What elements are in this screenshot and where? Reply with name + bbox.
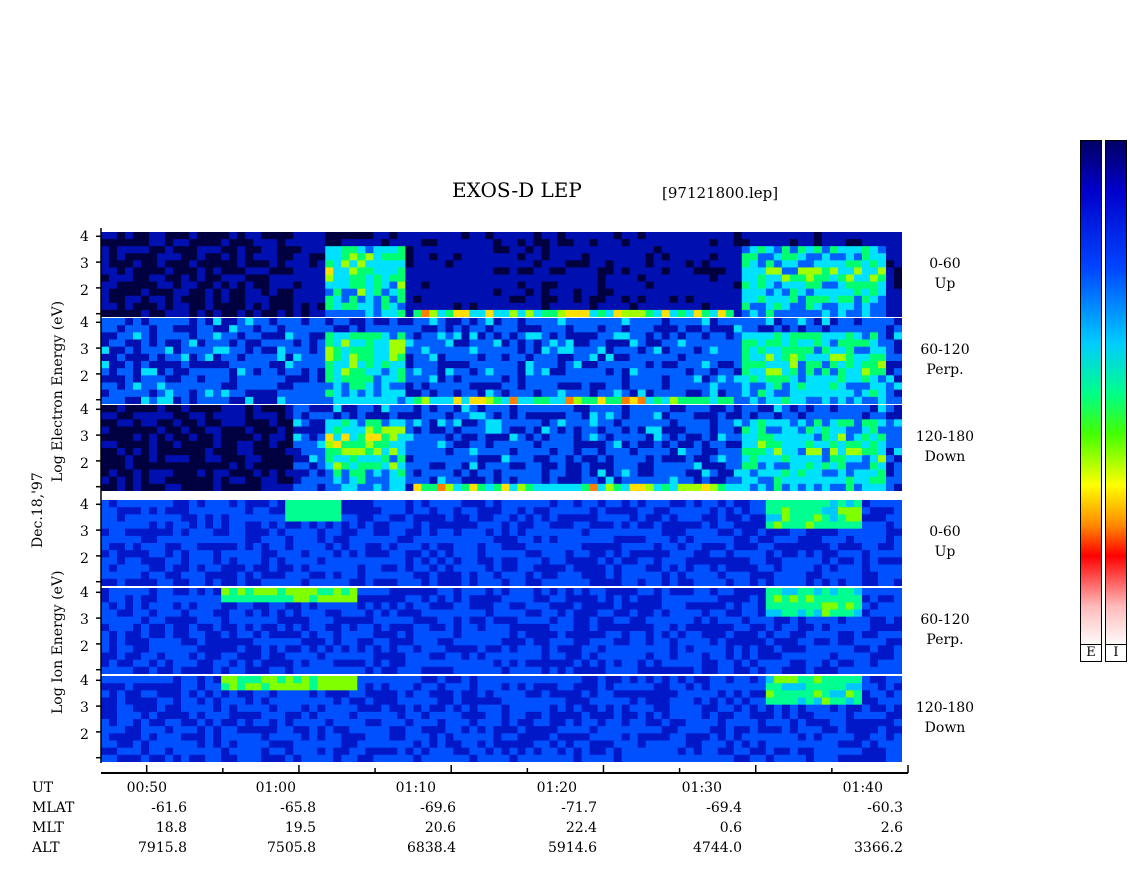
chart-title: EXOS-D LEP <box>452 178 582 202</box>
file-label: [97121800.lep] <box>662 184 779 202</box>
